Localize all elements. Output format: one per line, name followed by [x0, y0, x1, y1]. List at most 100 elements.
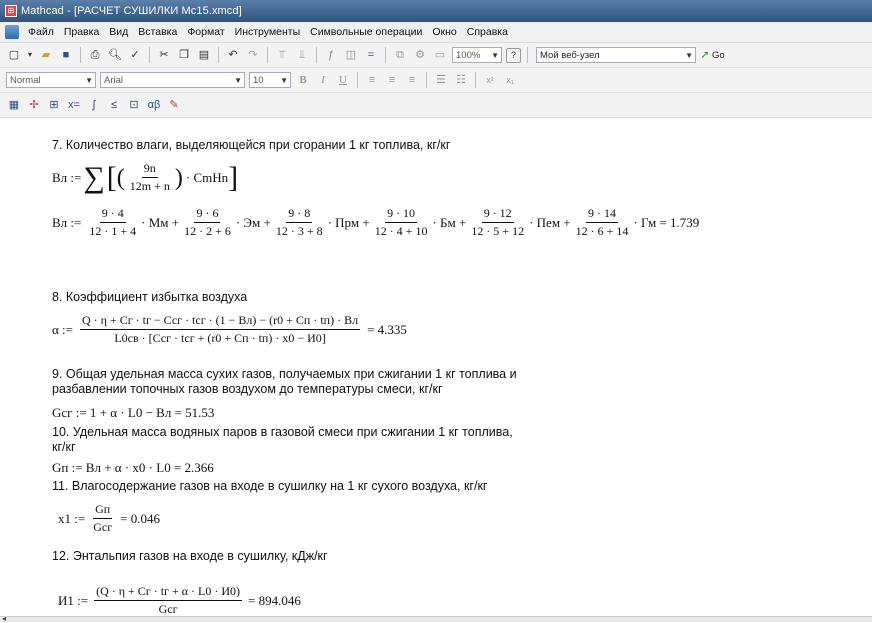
section-7-definition[interactable]: Вл := ∑ [ ( 9n 12m + n ) · CmHn ]	[52, 161, 238, 194]
section-11-formula[interactable]: x1 := Gп Gсг = 0.046	[58, 502, 160, 535]
evaluation-lhs: Вл :=	[52, 214, 82, 230]
section-8-heading[interactable]: 8. Коэффициент избытка воздуха	[52, 290, 247, 304]
zoom-select[interactable]: 100% ▼	[452, 47, 502, 63]
subscript-icon[interactable]: x₁	[502, 72, 518, 88]
section-8-formula[interactable]: α := Q · η + Сг · tг − Ссг · tсг · (1 − …	[52, 313, 407, 346]
superscript-icon[interactable]: x²	[482, 72, 498, 88]
align-left-icon[interactable]: ≡	[364, 72, 380, 88]
print-icon[interactable]: ⎙	[87, 47, 103, 63]
mathcad-app-icon[interactable]: ⊞	[5, 5, 17, 17]
bold-icon[interactable]: B	[295, 72, 311, 88]
formatting-toolbar: Normal ▼ Arial ▼ 10 ▼ B I U ≡ ≡ ≡ ☰ ☷ x² x₁	[0, 68, 872, 93]
toolbar-separator	[475, 72, 476, 88]
print-preview-icon[interactable]: 🔍︎	[107, 47, 123, 63]
programming-toolbar-icon[interactable]: ⊡	[126, 97, 142, 113]
insert-function-icon[interactable]: ƒ	[323, 47, 339, 63]
fraction: 9n 12m + n	[128, 161, 172, 194]
symbolic-toolbar-icon[interactable]: ✎	[166, 97, 182, 113]
copy-icon[interactable]: ❐	[176, 47, 192, 63]
evaluation-toolbar-icon[interactable]: x=	[66, 97, 82, 113]
calculator-toolbar-icon[interactable]: ▦	[6, 97, 22, 113]
term-numerator: 9 · 8	[286, 206, 313, 223]
menu-format[interactable]: Формат	[182, 26, 229, 38]
horizontal-scrollbar[interactable]: ◂	[0, 614, 872, 623]
section-12-heading[interactable]: 12. Энтальпия газов на входе в сушилку, …	[52, 549, 328, 563]
align-center-icon[interactable]: ≡	[384, 72, 400, 88]
menu-help[interactable]: Справка	[462, 26, 513, 38]
x1-lhs: x1 :=	[58, 510, 86, 526]
align-down-icon[interactable]: ⫫	[294, 47, 310, 63]
align-right-icon[interactable]: ≡	[404, 72, 420, 88]
section-7-heading[interactable]: 7. Количество влаги, выделяющейся при сг…	[52, 138, 450, 152]
section-7-evaluation[interactable]: Вл := 9 · 4 12 · 1 + 4 · Мм + 9 · 6 12 ·…	[52, 206, 699, 239]
definition-tail: · CmHn	[185, 169, 229, 185]
term-variable: · Прм +	[327, 214, 370, 230]
section-11-heading[interactable]: 11. Влагосодержание газов на входе в суш…	[52, 479, 487, 493]
menu-bar: Файл Правка Вид Вставка Формат Инструмен…	[0, 22, 872, 43]
toolbar-separator	[385, 47, 386, 63]
menu-symbolics[interactable]: Символьные операции	[305, 26, 427, 38]
help-icon[interactable]: ?	[506, 47, 521, 63]
section-10-heading[interactable]: 10. Удельная масса водяных паров в газов…	[52, 425, 513, 455]
go-icon[interactable]: ➚	[700, 47, 710, 63]
cut-icon[interactable]: ✂	[156, 47, 172, 63]
graph-toolbar-icon[interactable]: ✢	[26, 97, 42, 113]
menu-insert[interactable]: Вставка	[133, 26, 182, 38]
term-fraction: 9 · 12 12 · 5 + 12	[469, 206, 526, 239]
menu-view[interactable]: Вид	[104, 26, 133, 38]
document-icon[interactable]	[5, 25, 19, 39]
bullets-icon[interactable]: ☰	[433, 72, 449, 88]
new-dropdown-icon[interactable]: ▾	[26, 47, 34, 63]
underline-icon[interactable]: U	[335, 72, 351, 88]
align-top-icon[interactable]: ⫪	[274, 47, 290, 63]
term-numerator: 9 · 14	[586, 206, 618, 223]
menu-file[interactable]: Файл	[23, 26, 59, 38]
redo-icon[interactable]: ↷	[245, 47, 261, 63]
menu-window[interactable]: Окно	[427, 26, 461, 38]
section-9-formula[interactable]: Gсг := 1 + α · L0 − Вл = 51.53	[52, 405, 214, 421]
fraction-numerator: 9n	[141, 161, 158, 178]
i1-fraction: (Q · η + Сг · tг + α · L0 · И0) Gсг	[94, 584, 243, 617]
section-10-formula[interactable]: Gп := Вл + α · x0 · L0 = 2.366	[52, 460, 214, 476]
worksheet[interactable]: 7. Количество влаги, выделяющейся при сг…	[0, 118, 872, 616]
new-icon[interactable]: ▢	[6, 47, 22, 63]
toolbar-separator	[527, 47, 528, 63]
resource-center-icon[interactable]: ▭	[432, 47, 448, 63]
insert-hyperlink-icon[interactable]: ⧉	[392, 47, 408, 63]
insert-component-icon[interactable]: ⚙	[412, 47, 428, 63]
paste-icon[interactable]: ▤	[196, 47, 212, 63]
calculate-icon[interactable]: =	[363, 47, 379, 63]
term-fraction: 9 · 4 12 · 1 + 4	[87, 206, 138, 239]
open-icon[interactable]: ▰	[38, 47, 54, 63]
italic-icon[interactable]: I	[315, 72, 331, 88]
scroll-left-icon[interactable]: ◂	[2, 614, 6, 623]
greek-toolbar-icon[interactable]: αβ	[146, 97, 162, 113]
section-9-heading-line2: разбавлении топочных газов воздухом до т…	[52, 382, 443, 396]
insert-unit-icon[interactable]: ◫	[343, 47, 359, 63]
menu-tools[interactable]: Инструменты	[230, 26, 305, 38]
toolbar-separator	[357, 72, 358, 88]
standard-toolbar: ▢ ▾ ▰ ■ ⎙ 🔍︎ ✓ ✂ ❐ ▤ ↶ ↷ ⫪ ⫫ ƒ ◫ = ⧉ ⚙ ▭…	[0, 43, 872, 68]
alpha-numerator: Q · η + Сг · tг − Ссг · tсг · (1 − Вл) −…	[80, 313, 361, 330]
style-select[interactable]: Normal ▼	[6, 72, 96, 88]
boolean-toolbar-icon[interactable]: ≤	[106, 97, 122, 113]
term-numerator: 9 · 6	[194, 206, 221, 223]
x1-result: = 0.046	[120, 510, 160, 526]
web-address-select[interactable]: Мой веб-узел ▼	[536, 47, 696, 63]
font-select[interactable]: Arial ▼	[100, 72, 245, 88]
menu-edit[interactable]: Правка	[59, 26, 104, 38]
spell-check-icon[interactable]: ✓	[127, 47, 143, 63]
save-icon[interactable]: ■	[58, 47, 74, 63]
term-denominator: 12 · 1 + 4	[89, 224, 137, 238]
term-numerator: 9 · 10	[385, 206, 418, 223]
calculus-toolbar-icon[interactable]: ∫	[86, 97, 102, 113]
matrix-toolbar-icon[interactable]: ⊞	[46, 97, 62, 113]
numbering-icon[interactable]: ☷	[453, 72, 469, 88]
section-12-formula[interactable]: И1 := (Q · η + Сг · tг + α · L0 · И0) Gс…	[58, 584, 301, 617]
undo-icon[interactable]: ↶	[225, 47, 241, 63]
font-size-select[interactable]: 10 ▼	[249, 72, 291, 88]
go-button[interactable]: Go	[712, 50, 725, 61]
definition-lhs: Вл :=	[52, 169, 82, 185]
term-denominator: 12 · 4 + 10	[374, 224, 428, 238]
section-9-heading[interactable]: 9. Общая удельная масса сухих газов, пол…	[52, 367, 517, 397]
